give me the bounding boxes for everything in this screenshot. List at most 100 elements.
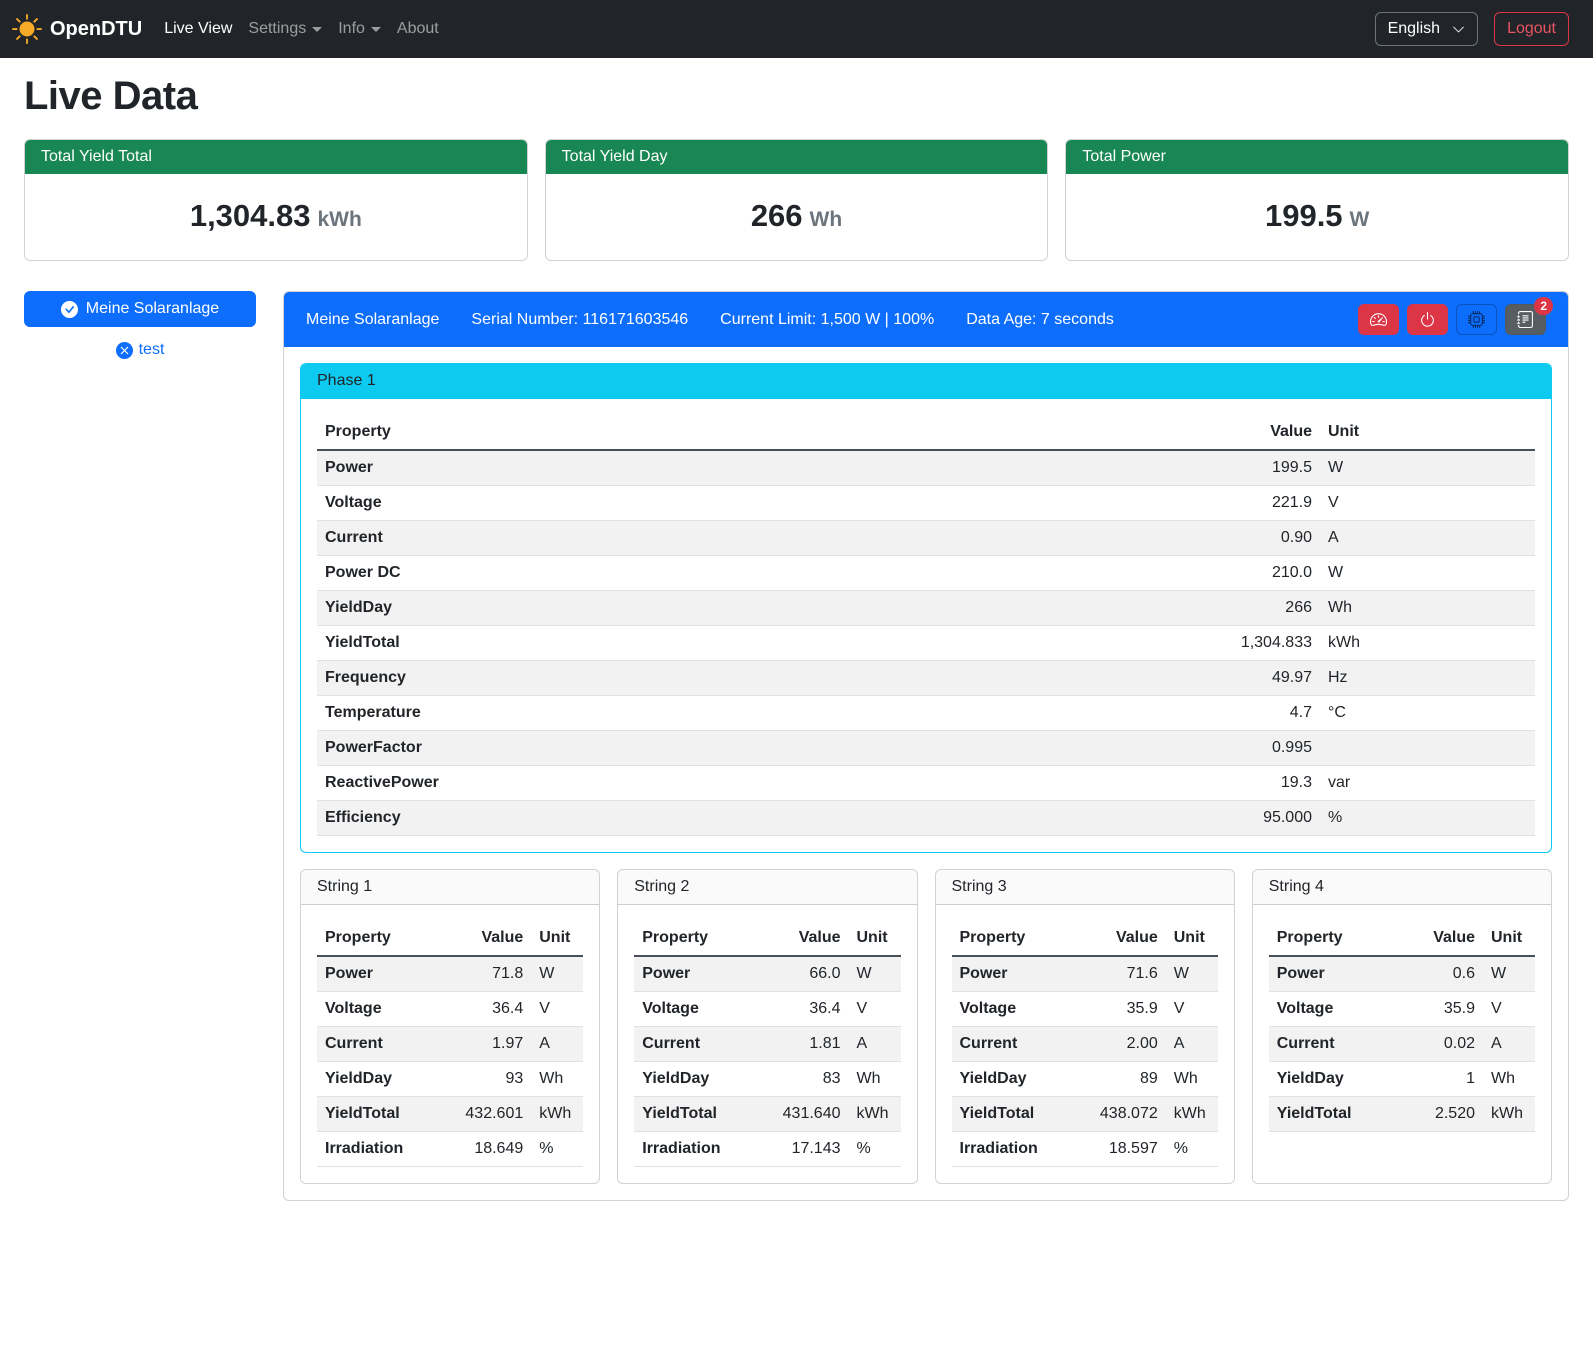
value-cell: 95.000 [1150,801,1320,836]
live-data-page: Live Data Total Yield Total 1,304.83kWh … [0,74,1593,1237]
table-row: YieldTotal 2.520 kWh [1269,1097,1535,1132]
inverter-button-label: Meine Solaranlage [86,300,219,318]
value-cell: 4.7 [1150,696,1320,731]
content-row: Meine Solaranlage test Meine Solaranlage… [24,291,1569,1201]
table-row: Temperature 4.7 °C [317,696,1535,731]
card-value: 266 [751,198,803,233]
power-icon [1419,311,1436,328]
unit-cell: kWh [1320,626,1535,661]
property-cell: YieldTotal [952,1097,1080,1132]
speedometer-icon [1370,311,1387,328]
unit-cell: V [1320,486,1535,521]
property-column-header: Property [317,415,1150,450]
value-cell: 432.601 [445,1097,531,1132]
value-column-header: Value [1080,921,1166,956]
value-cell: 431.640 [763,1097,849,1132]
summary-cards-row: Total Yield Total 1,304.83kWh Total Yiel… [24,139,1569,261]
chevron-down-icon [1452,23,1465,36]
string-title: String 3 [936,870,1234,905]
nav-settings-label: Settings [248,20,306,38]
value-cell: 18.649 [445,1132,531,1167]
property-cell: YieldTotal [634,1097,762,1132]
unit-cell: A [1320,521,1535,556]
card-body: 1,304.83kWh [25,174,527,260]
value-cell: 266 [1150,591,1320,626]
total-power-card: Total Power 199.5W [1065,139,1569,261]
inverter-data-age: Data Age: 7 seconds [966,311,1114,329]
restart-button[interactable] [1456,304,1497,335]
value-cell: 2.520 [1397,1097,1483,1132]
brand-link[interactable]: OpenDTU [12,14,142,44]
card-title: Total Yield Day [546,140,1048,174]
value-cell: 89 [1080,1062,1166,1097]
property-cell: YieldDay [1269,1062,1397,1097]
language-value: English [1388,20,1440,38]
card-unit: kWh [318,208,362,231]
value-cell: 1 [1397,1062,1483,1097]
caret-down-icon [312,27,322,32]
event-log-button[interactable]: 2 [1505,304,1546,335]
table-row: Frequency 49.97 Hz [317,661,1535,696]
inverter-button-test[interactable]: test [24,341,256,359]
property-column-header: Property [634,921,762,956]
logout-button[interactable]: Logout [1494,12,1569,46]
value-cell: 71.6 [1080,956,1166,992]
page-title: Live Data [24,74,1569,119]
value-cell: 49.97 [1150,661,1320,696]
string-4-table: Property Value Unit Power [1269,921,1535,1132]
card-unit: W [1350,208,1370,231]
limit-settings-button[interactable] [1358,304,1399,335]
property-cell: Voltage [634,992,762,1027]
property-cell: Current [1269,1027,1397,1062]
string-title: String 2 [618,870,916,905]
table-row: PowerFactor 0.995 [317,731,1535,766]
unit-cell: kWh [1166,1097,1218,1132]
language-select[interactable]: English [1375,12,1478,46]
value-cell: 35.9 [1080,992,1166,1027]
value-cell: 221.9 [1150,486,1320,521]
table-header-row: Property Value Unit [317,921,583,956]
nav-live-view[interactable]: Live View [156,12,240,46]
unit-cell: A [849,1027,901,1062]
inverter-limit: Current Limit: 1,500 W | 100% [720,311,934,329]
value-cell: 17.143 [763,1132,849,1167]
string-card-body: Property Value Unit Power [936,905,1234,1183]
property-cell: YieldTotal [317,1097,445,1132]
value-cell: 0.6 [1397,956,1483,992]
table-row: Irradiation 18.649 % [317,1132,583,1167]
property-cell: Power [634,956,762,992]
table-row: Voltage 36.4 V [317,992,583,1027]
value-cell: 1,304.833 [1150,626,1320,661]
unit-cell: Wh [1166,1062,1218,1097]
property-cell: ReactivePower [317,766,1150,801]
inverter-button-meine-solaranlage[interactable]: Meine Solaranlage [24,291,256,327]
nav-about[interactable]: About [389,12,447,46]
property-cell: Current [317,521,1150,556]
value-cell: 210.0 [1150,556,1320,591]
table-row: Current 1.81 A [634,1027,900,1062]
table-row: Current 2.00 A [952,1027,1218,1062]
caret-down-icon [371,27,381,32]
property-cell: YieldDay [634,1062,762,1097]
string-card-body: Property Value Unit Power [301,905,599,1183]
property-cell: Irradiation [317,1132,445,1167]
nav-info[interactable]: Info [330,12,389,46]
string-4-card: String 4 Property Value Unit [1252,869,1552,1184]
unit-cell: Wh [1320,591,1535,626]
table-row: YieldDay 83 Wh [634,1062,900,1097]
property-cell: Irradiation [952,1132,1080,1167]
unit-cell: V [1483,992,1535,1027]
value-cell: 2.00 [1080,1027,1166,1062]
string-3-card: String 3 Property Value Unit [935,869,1235,1184]
unit-column-header: Unit [1483,921,1535,956]
nav-settings[interactable]: Settings [240,12,330,46]
unit-cell: kWh [1483,1097,1535,1132]
inverter-panel: Meine Solaranlage Serial Number: 1161716… [283,291,1569,1201]
unit-cell: A [1166,1027,1218,1062]
card-body: 266Wh [546,174,1048,260]
power-button[interactable] [1407,304,1448,335]
navbar-right: English Logout [1375,12,1569,46]
value-cell: 35.9 [1397,992,1483,1027]
unit-cell: W [849,956,901,992]
card-value: 199.5 [1265,198,1343,233]
